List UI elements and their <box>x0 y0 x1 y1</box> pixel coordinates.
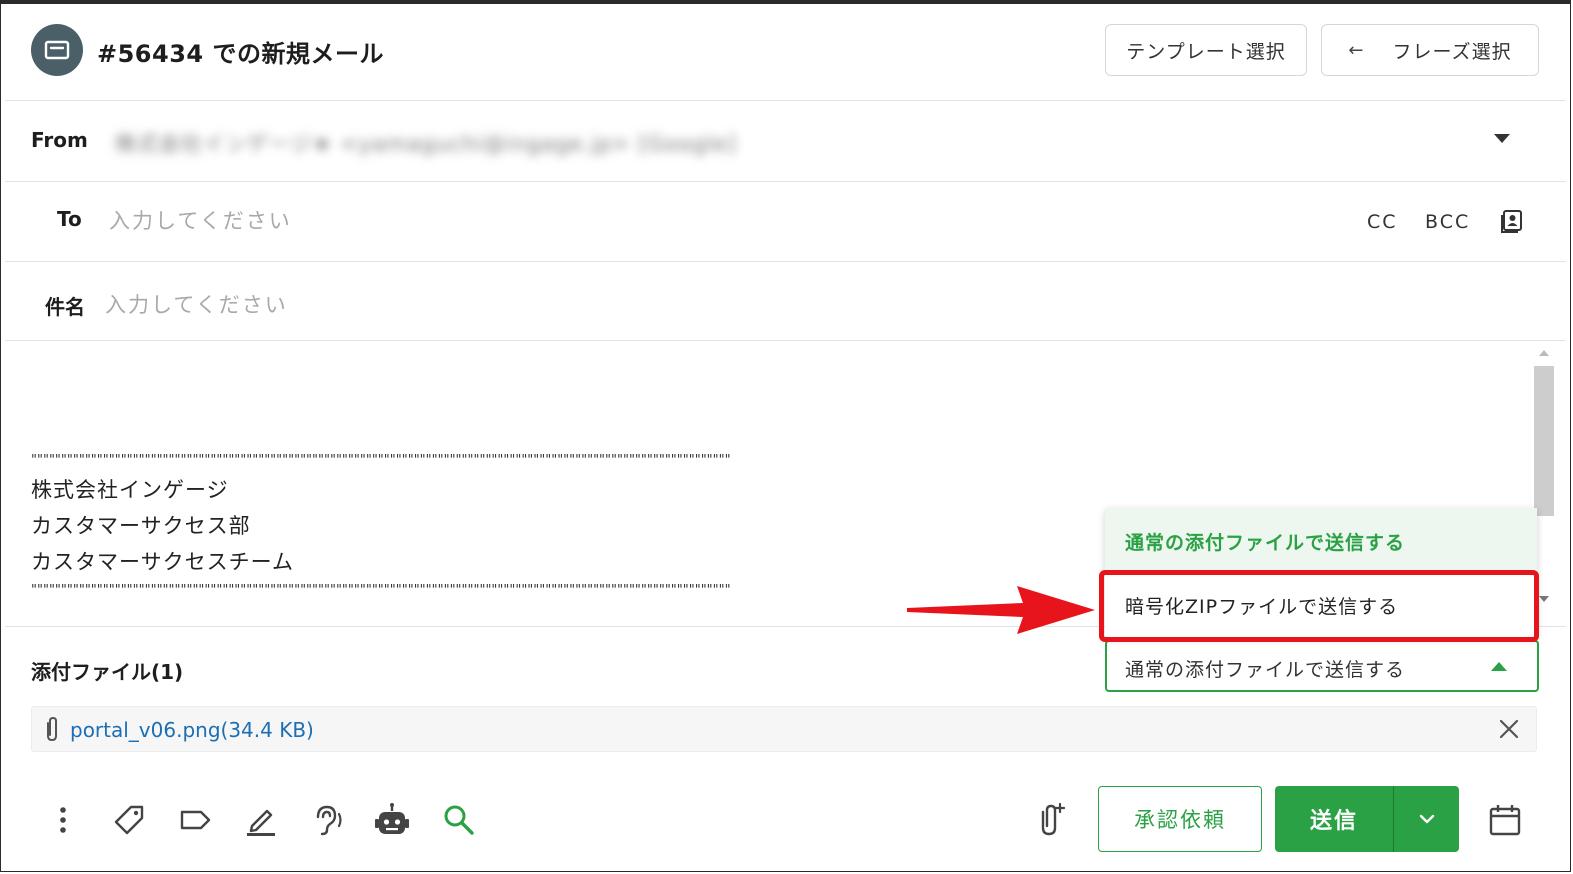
from-field-row[interactable]: From 株式会社インゲージ★ <yamaguchi@ingage.jp> [G… <box>5 100 1566 182</box>
send-button[interactable]: 送信 <box>1275 786 1393 852</box>
subject-field-row: 件名 入力してください <box>5 261 1566 341</box>
template-select-button[interactable]: テンプレート選択 <box>1105 24 1307 76</box>
edit-icon[interactable] <box>243 802 279 842</box>
to-field-row: To 入力してください CC BCC <box>5 181 1566 262</box>
hearing-icon[interactable] <box>309 802 345 842</box>
cc-button[interactable]: CC <box>1367 211 1398 233</box>
menu-item-label: 通常の添付ファイルで送信する <box>1125 532 1406 554</box>
phrase-select-label: フレーズ選択 <box>1392 40 1512 63</box>
arrow-left-icon: ← <box>1348 39 1365 61</box>
signature-line: カスタマーサクセス部 <box>31 514 251 538</box>
attachment-mode-select[interactable]: 通常の添付ファイルで送信する <box>1105 640 1539 692</box>
paperclip-icon <box>42 715 62 747</box>
scrollbar-thumb[interactable] <box>1534 366 1554 516</box>
chevron-up-icon <box>1491 662 1507 671</box>
send-button-group: 送信 <box>1275 786 1459 852</box>
tag-icon[interactable] <box>111 802 147 842</box>
attachment-file-link[interactable]: portal_v06.png(34.4 KB) <box>70 718 314 742</box>
chevron-down-icon <box>1419 814 1434 824</box>
attachment-mode-value: 通常の添付ファイルで送信する <box>1125 659 1406 681</box>
subject-label: 件名 <box>45 295 85 319</box>
signature-line: 株式会社インゲージ <box>31 478 229 502</box>
signature-block: """"""""""""""""""""""""""""""""""""""""… <box>31 450 731 602</box>
attachments-label: 添付ファイル(1) <box>31 660 184 684</box>
signature-separator: """"""""""""""""""""""""""""""""""""""""… <box>31 583 731 598</box>
robot-icon[interactable] <box>373 802 411 844</box>
subject-input[interactable]: 入力してください <box>105 289 288 319</box>
from-label: From <box>31 128 88 152</box>
calendar-icon[interactable] <box>1487 802 1523 842</box>
attachment-file-chip: portal_v06.png(34.4 KB) <box>31 706 1537 752</box>
page-title: #56434 での新規メール <box>97 40 384 68</box>
to-label: To <box>57 207 82 231</box>
scroll-down-arrow[interactable] <box>1539 596 1549 602</box>
more-vert-icon[interactable] <box>53 802 73 842</box>
annotation-arrow <box>907 586 1095 634</box>
from-value[interactable]: 株式会社インゲージ★ <yamaguchi@ingage.jp> [Google… <box>115 128 737 158</box>
signature-line: カスタマーサクセスチーム <box>31 550 294 574</box>
close-icon[interactable] <box>1498 718 1520 744</box>
approval-request-button[interactable]: 承認依頼 <box>1098 786 1262 852</box>
label-icon[interactable] <box>177 802 213 842</box>
search-icon[interactable] <box>441 802 477 842</box>
compose-header: #56434 での新規メール テンプレート選択 ← フレーズ選択 <box>5 4 1566 101</box>
attach-add-icon[interactable] <box>1035 802 1067 842</box>
mail-icon <box>31 24 83 76</box>
compose-window: #56434 での新規メール テンプレート選択 ← フレーズ選択 From 株式… <box>0 0 1571 872</box>
annotation-highlight-box <box>1099 570 1539 642</box>
phrase-select-button[interactable]: ← フレーズ選択 <box>1321 24 1539 76</box>
contacts-icon[interactable] <box>1499 207 1525 237</box>
chevron-down-icon[interactable] <box>1494 134 1510 143</box>
scroll-up-arrow[interactable] <box>1539 350 1549 356</box>
bcc-button[interactable]: BCC <box>1425 211 1470 233</box>
signature-separator: """"""""""""""""""""""""""""""""""""""""… <box>31 453 731 468</box>
menu-item-normal-attachment[interactable]: 通常の添付ファイルで送信する <box>1105 508 1537 572</box>
to-input[interactable]: 入力してください <box>109 205 292 235</box>
send-options-button[interactable] <box>1394 786 1459 852</box>
